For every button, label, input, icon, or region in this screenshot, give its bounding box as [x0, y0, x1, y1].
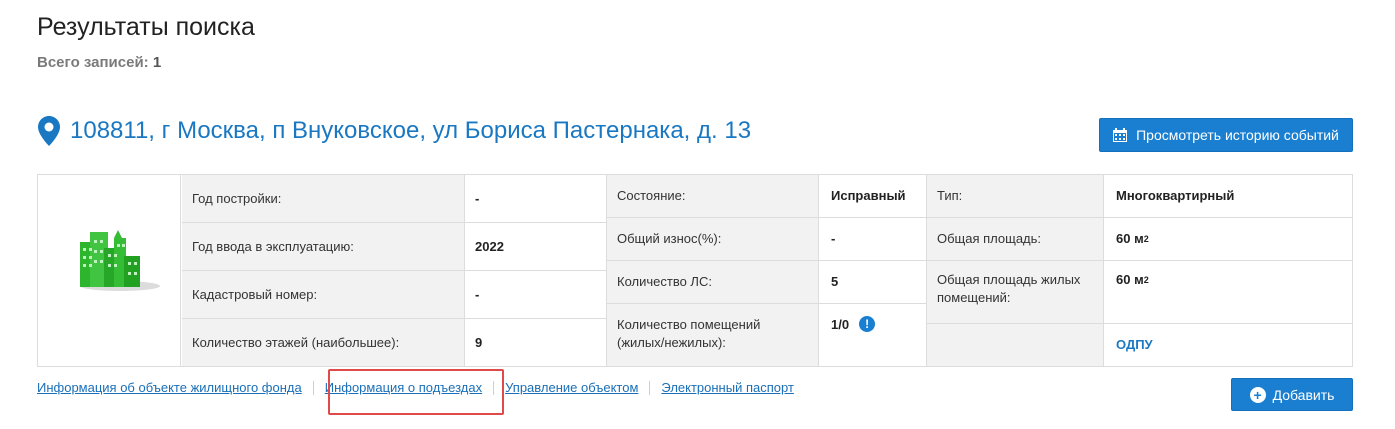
premises-count-value: 1/0 ! — [819, 304, 926, 366]
link-electronic-passport[interactable]: Электронный паспорт — [661, 380, 794, 395]
total-area-label: Общая площадь: — [927, 218, 1103, 260]
link-object-management[interactable]: Управление объектом — [505, 380, 638, 395]
accounts-count-label: Количество ЛС: — [607, 261, 818, 303]
type-label: Тип: — [927, 175, 1103, 217]
page-title: Результаты поиска — [37, 13, 255, 41]
wear-label: Общий износ(%): — [607, 218, 818, 260]
cadastral-number-label: Кадастровый номер: — [182, 271, 464, 318]
empty-label — [927, 324, 1103, 366]
type-value: Многоквартирный — [1104, 175, 1352, 217]
total-area-text: 60 м — [1116, 231, 1144, 246]
highlight-frame — [328, 369, 504, 415]
link-separator — [312, 380, 314, 395]
condition-label: Состояние: — [607, 175, 818, 217]
wear-value: - — [819, 218, 926, 260]
link-separator — [649, 380, 651, 395]
view-history-label: Просмотреть историю событий — [1136, 127, 1339, 143]
building-info-card: Год постройки: - Год ввода в эксплуатаци… — [37, 174, 1353, 367]
calendar-icon — [1113, 128, 1128, 142]
add-button[interactable]: + Добавить — [1231, 378, 1353, 411]
address-heading: 108811, г Москва, п Внуковское, ул Борис… — [38, 116, 751, 146]
building-image — [38, 175, 181, 366]
living-area-text: 60 м — [1116, 272, 1144, 287]
condition-value: Исправный — [819, 175, 926, 217]
total-area-unit-sup: 2 — [1143, 234, 1149, 244]
address-text: 108811, г Москва, п Внуковское, ул Борис… — [70, 117, 752, 144]
add-button-label: Добавить — [1272, 386, 1335, 403]
premises-count-text: 1/0 — [831, 317, 850, 332]
premises-count-label: Количество помещений (жилых/нежилых): — [607, 304, 818, 366]
cadastral-number-value: - — [465, 271, 606, 318]
total-label: Всего записей: — [37, 54, 149, 71]
living-area-unit-sup: 2 — [1143, 275, 1149, 285]
odpu-link[interactable]: ОДПУ — [1116, 336, 1153, 354]
living-area-label: Общая площадь жилых помещений: — [927, 261, 1103, 323]
floors-label: Количество этажей (наибольшее): — [182, 319, 464, 366]
commission-year-value: 2022 — [465, 223, 606, 270]
total-area-value: 60 м2 — [1104, 218, 1352, 260]
view-history-button[interactable]: Просмотреть историю событий — [1099, 118, 1353, 152]
map-marker-icon — [38, 116, 60, 146]
total-records: Всего записей: 1 — [37, 54, 161, 71]
building-icon — [80, 230, 160, 291]
accounts-count-value: 5 — [819, 261, 926, 303]
total-count: 1 — [152, 54, 162, 71]
commission-year-label: Год ввода в эксплуатацию: — [182, 223, 464, 270]
odpu-cell: ОДПУ — [1104, 324, 1352, 366]
living-area-value: 60 м2 — [1104, 261, 1352, 323]
info-alert-icon[interactable]: ! — [859, 316, 876, 332]
build-year-value: - — [465, 175, 606, 222]
build-year-label: Год постройки: — [182, 175, 464, 222]
link-housing-object-info[interactable]: Информация об объекте жилищного фонда — [37, 380, 302, 395]
floors-value: 9 — [465, 319, 606, 366]
plus-circle-icon: + — [1249, 386, 1266, 403]
